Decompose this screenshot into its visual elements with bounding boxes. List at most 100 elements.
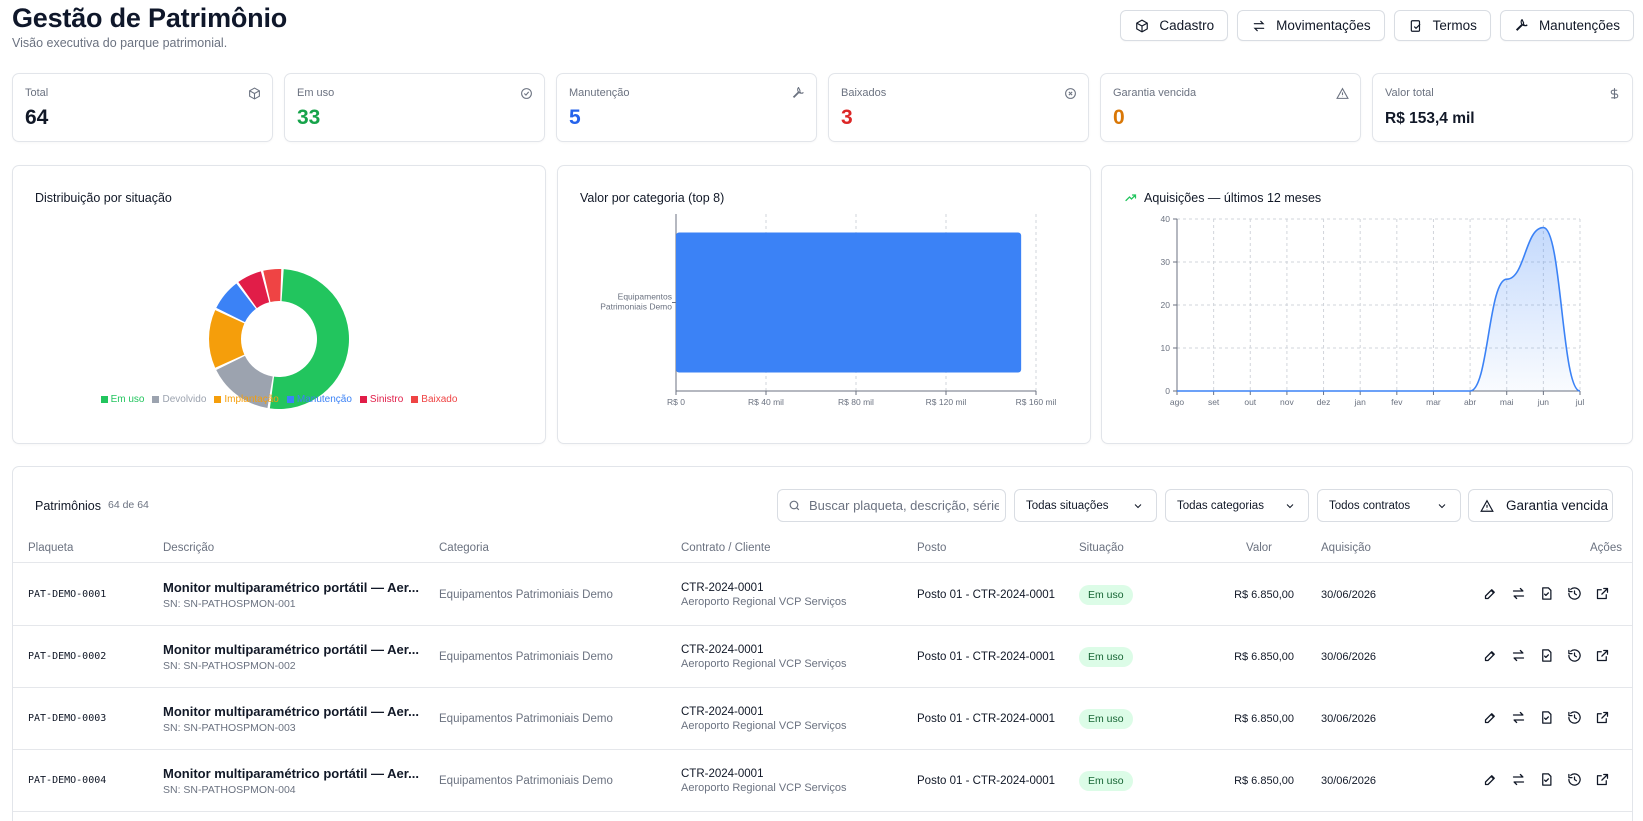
document-check-icon[interactable] [1539,710,1554,725]
movimentacoes-button[interactable]: Movimentações [1237,10,1385,41]
row-actions [1483,586,1610,601]
contrato-filter-value: Todos contratos [1329,499,1411,512]
external-link-icon[interactable] [1595,648,1610,663]
search-box[interactable] [777,489,1006,522]
legend-item[interactable]: Implantação [214,394,279,405]
legend-swatch [214,396,222,403]
donut-chart-panel: Distribuição por situação Em uso Devolvid… [12,165,546,444]
history-icon[interactable] [1567,586,1582,601]
history-icon[interactable] [1567,772,1582,787]
area-fill [1177,227,1580,391]
patrimonios-table-card: Patrimônios 64 de 64 Todas situações Tod… [12,466,1633,821]
chevron-down-icon [1286,503,1294,508]
manutencoes-label: Manutenções [1538,18,1620,33]
column-header-posto[interactable]: Posto [917,542,946,554]
table-row[interactable]: PAT-DEMO-0002 Monitor multiparamétrico po… [13,626,1632,688]
cadastro-button[interactable]: Cadastro [1120,10,1229,41]
edit-icon[interactable] [1483,710,1498,725]
legend-item[interactable]: Sinistro [359,394,403,405]
aquisicao-cell: 30/06/2026 [1321,713,1377,725]
descricao-cell: Monitor multiparamétrico portátil — Aer.… [163,704,419,719]
document-check-icon[interactable] [1539,648,1554,663]
external-link-icon[interactable] [1595,586,1610,601]
table-row[interactable]: PAT-DEMO-0001 Monitor multiparamétrico po… [13,564,1632,626]
manutencoes-button[interactable]: Manutenções [1499,10,1634,41]
edit-icon[interactable] [1483,772,1498,787]
legend-item[interactable]: Baixado [411,394,457,405]
column-header-categoria[interactable]: Categoria [439,542,489,554]
kpi-row: Total 64 Em uso 33 Manutenção 5 Baixados… [12,73,1633,142]
plaqueta-cell: PAT-DEMO-0004 [28,775,107,786]
edit-icon[interactable] [1483,648,1498,663]
situacao-filter[interactable]: Todas situações [1014,489,1157,522]
history-icon[interactable] [1567,710,1582,725]
page-title: Gestão de Patrimônio [12,3,288,33]
aquisicao-cell: 30/06/2026 [1321,589,1377,601]
x-tick-label: dez [1317,397,1331,407]
legend-label: Baixado [421,394,458,405]
contrato-cell: CTR-2024-0001 [681,768,764,780]
termos-button[interactable]: Termos [1393,10,1491,41]
contrato-filter[interactable]: Todos contratos [1317,489,1461,522]
column-header-plaqueta[interactable]: Plaqueta [28,542,73,554]
search-icon [789,500,800,511]
legend-label: Implantação [224,394,279,405]
table-row[interactable]: PAT-DEMO-0004 Monitor multiparamétrico po… [13,750,1632,812]
serie-cell: SN: SN-PATHOSPMON-004 [163,784,296,796]
x-tick-label: nov [1280,397,1294,407]
transfer-icon[interactable] [1511,648,1526,663]
y-tick-label: 30 [1161,257,1171,267]
situacao-filter-value: Todas situações [1026,499,1109,512]
legend-item[interactable]: Devolvido [152,394,206,405]
kpi-value: 3 [841,106,853,129]
bar[interactable] [676,232,1022,373]
donut-slice[interactable] [269,269,349,409]
x-tick-label: abr [1464,397,1476,407]
x-tick-label: fev [1391,397,1403,407]
plaqueta-cell: PAT-DEMO-0001 [28,589,107,600]
transfer-icon[interactable] [1511,710,1526,725]
external-link-icon[interactable] [1595,710,1610,725]
transfer-icon[interactable] [1511,772,1526,787]
categoria-filter[interactable]: Todas categorias [1165,489,1309,522]
posto-cell: Posto 01 - CTR-2024-0001 [917,775,1056,787]
x-tick-label: jun [1537,397,1550,407]
kpi-card-manutencao: Manutenção 5 [556,73,817,142]
cliente-cell: Aeroporto Regional VCP Serviços [681,658,847,670]
bar-chart-panel: Valor por categoria (top 8) R$ 0 R$ 40 mi… [557,165,1091,444]
box-icon [1136,19,1149,32]
status-badge: Em uso [1079,771,1133,791]
document-check-icon[interactable] [1539,772,1554,787]
external-link-icon[interactable] [1595,772,1610,787]
column-header-situacao[interactable]: Situação [1079,542,1124,554]
search-input[interactable] [809,498,999,513]
y-tick-label: 0 [1165,386,1170,396]
document-check-icon[interactable] [1539,586,1554,601]
column-header-valor[interactable]: Valor [1246,542,1272,554]
kpi-label: Baixados [841,87,887,99]
kpi-label: Valor total [1385,87,1434,99]
edit-icon[interactable] [1483,586,1498,601]
transfer-icon[interactable] [1511,586,1526,601]
legend-swatch [286,396,294,403]
legend-swatch [411,396,419,403]
serie-cell: SN: SN-PATHOSPMON-001 [163,598,296,610]
x-tick-label: R$ 80 mil [838,397,874,407]
x-circle-icon [1065,88,1076,99]
history-icon[interactable] [1567,648,1582,663]
column-header-contrato[interactable]: Contrato / Cliente [681,542,771,554]
y-tick-label: Patrimoniais Demo [600,302,672,312]
serie-cell: SN: SN-PATHOSPMON-003 [163,722,296,734]
garantia-vencida-button[interactable]: Garantia vencida [1468,489,1613,522]
legend-item[interactable]: Manutenção [286,394,352,405]
legend-item[interactable]: Em uso [100,394,145,405]
legend-label: Em uso [110,394,145,405]
valor-cell: R$ 6.850,00 [1234,651,1294,663]
column-header-descricao[interactable]: Descrição [163,542,214,554]
table-row[interactable]: PAT-DEMO-0003 Monitor multiparamétrico po… [13,688,1632,750]
cliente-cell: Aeroporto Regional VCP Serviços [681,596,847,608]
descricao-cell: Monitor multiparamétrico portátil — Aer.… [163,642,419,657]
column-header-aquisicao[interactable]: Aquisição [1321,542,1371,554]
contrato-cell: CTR-2024-0001 [681,706,764,718]
kpi-card-garantia-vencida: Garantia vencida 0 [1100,73,1361,142]
